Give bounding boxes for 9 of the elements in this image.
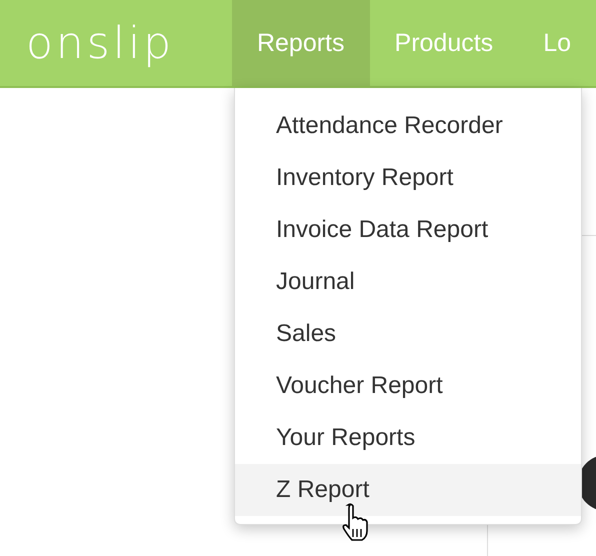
- menu-item[interactable]: Attendance Recorder: [235, 100, 581, 152]
- logo: onslip: [26, 18, 174, 68]
- menu-item[interactable]: Journal: [235, 256, 581, 308]
- menu-item[interactable]: Sales: [235, 308, 581, 360]
- menu-item[interactable]: Inventory Report: [235, 152, 581, 204]
- menu-item[interactable]: Voucher Report: [235, 360, 581, 412]
- menu-item[interactable]: Your Reports: [235, 412, 581, 464]
- menu-item[interactable]: Invoice Data Report: [235, 204, 581, 256]
- menu-item[interactable]: Z Report: [235, 464, 581, 516]
